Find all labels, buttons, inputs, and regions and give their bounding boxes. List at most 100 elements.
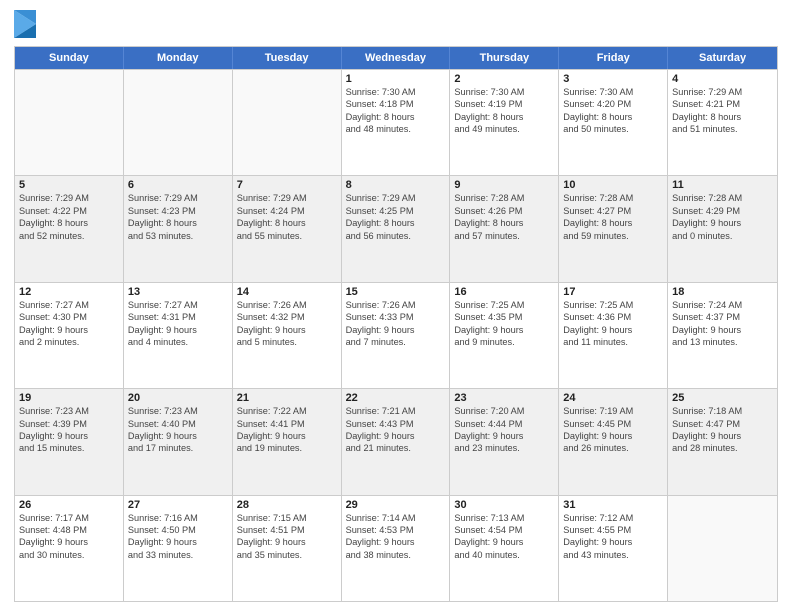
cell-info: Sunrise: 7:28 AM Sunset: 4:29 PM Dayligh…	[672, 192, 773, 242]
day-number: 14	[237, 286, 337, 298]
cell-info: Sunrise: 7:17 AM Sunset: 4:48 PM Dayligh…	[19, 512, 119, 562]
calendar-cell: 21Sunrise: 7:22 AM Sunset: 4:41 PM Dayli…	[233, 389, 342, 494]
cell-info: Sunrise: 7:28 AM Sunset: 4:26 PM Dayligh…	[454, 192, 554, 242]
weekday-header: Monday	[124, 47, 233, 69]
calendar-cell: 30Sunrise: 7:13 AM Sunset: 4:54 PM Dayli…	[450, 496, 559, 601]
cell-info: Sunrise: 7:12 AM Sunset: 4:55 PM Dayligh…	[563, 512, 663, 562]
day-number: 1	[346, 73, 446, 85]
day-number: 22	[346, 392, 446, 404]
calendar-cell: 22Sunrise: 7:21 AM Sunset: 4:43 PM Dayli…	[342, 389, 451, 494]
day-number: 12	[19, 286, 119, 298]
day-number: 30	[454, 499, 554, 511]
day-number: 21	[237, 392, 337, 404]
cell-info: Sunrise: 7:27 AM Sunset: 4:30 PM Dayligh…	[19, 299, 119, 349]
calendar-cell: 25Sunrise: 7:18 AM Sunset: 4:47 PM Dayli…	[668, 389, 777, 494]
cell-info: Sunrise: 7:25 AM Sunset: 4:36 PM Dayligh…	[563, 299, 663, 349]
cell-info: Sunrise: 7:23 AM Sunset: 4:39 PM Dayligh…	[19, 405, 119, 455]
calendar-cell: 3Sunrise: 7:30 AM Sunset: 4:20 PM Daylig…	[559, 70, 668, 175]
weekday-header: Thursday	[450, 47, 559, 69]
calendar-cell	[668, 496, 777, 601]
cell-info: Sunrise: 7:20 AM Sunset: 4:44 PM Dayligh…	[454, 405, 554, 455]
page: SundayMondayTuesdayWednesdayThursdayFrid…	[0, 0, 792, 612]
cell-info: Sunrise: 7:21 AM Sunset: 4:43 PM Dayligh…	[346, 405, 446, 455]
day-number: 10	[563, 179, 663, 191]
cell-info: Sunrise: 7:26 AM Sunset: 4:32 PM Dayligh…	[237, 299, 337, 349]
cell-info: Sunrise: 7:29 AM Sunset: 4:23 PM Dayligh…	[128, 192, 228, 242]
calendar-cell: 17Sunrise: 7:25 AM Sunset: 4:36 PM Dayli…	[559, 283, 668, 388]
day-number: 16	[454, 286, 554, 298]
weekday-header: Tuesday	[233, 47, 342, 69]
logo	[14, 10, 40, 38]
calendar-cell: 27Sunrise: 7:16 AM Sunset: 4:50 PM Dayli…	[124, 496, 233, 601]
weekday-header: Saturday	[668, 47, 777, 69]
day-number: 18	[672, 286, 773, 298]
calendar-cell: 12Sunrise: 7:27 AM Sunset: 4:30 PM Dayli…	[15, 283, 124, 388]
weekday-header: Wednesday	[342, 47, 451, 69]
calendar-row: 1Sunrise: 7:30 AM Sunset: 4:18 PM Daylig…	[15, 69, 777, 175]
calendar-cell: 13Sunrise: 7:27 AM Sunset: 4:31 PM Dayli…	[124, 283, 233, 388]
day-number: 5	[19, 179, 119, 191]
calendar-cell: 7Sunrise: 7:29 AM Sunset: 4:24 PM Daylig…	[233, 176, 342, 281]
calendar-row: 5Sunrise: 7:29 AM Sunset: 4:22 PM Daylig…	[15, 175, 777, 281]
cell-info: Sunrise: 7:23 AM Sunset: 4:40 PM Dayligh…	[128, 405, 228, 455]
cell-info: Sunrise: 7:16 AM Sunset: 4:50 PM Dayligh…	[128, 512, 228, 562]
cell-info: Sunrise: 7:19 AM Sunset: 4:45 PM Dayligh…	[563, 405, 663, 455]
cell-info: Sunrise: 7:29 AM Sunset: 4:24 PM Dayligh…	[237, 192, 337, 242]
calendar: SundayMondayTuesdayWednesdayThursdayFrid…	[14, 46, 778, 602]
calendar-cell	[233, 70, 342, 175]
calendar-cell: 6Sunrise: 7:29 AM Sunset: 4:23 PM Daylig…	[124, 176, 233, 281]
calendar-row: 26Sunrise: 7:17 AM Sunset: 4:48 PM Dayli…	[15, 495, 777, 601]
cell-info: Sunrise: 7:18 AM Sunset: 4:47 PM Dayligh…	[672, 405, 773, 455]
cell-info: Sunrise: 7:30 AM Sunset: 4:19 PM Dayligh…	[454, 86, 554, 136]
calendar-cell	[124, 70, 233, 175]
day-number: 28	[237, 499, 337, 511]
calendar-cell: 24Sunrise: 7:19 AM Sunset: 4:45 PM Dayli…	[559, 389, 668, 494]
cell-info: Sunrise: 7:27 AM Sunset: 4:31 PM Dayligh…	[128, 299, 228, 349]
cell-info: Sunrise: 7:13 AM Sunset: 4:54 PM Dayligh…	[454, 512, 554, 562]
day-number: 15	[346, 286, 446, 298]
cell-info: Sunrise: 7:29 AM Sunset: 4:22 PM Dayligh…	[19, 192, 119, 242]
day-number: 6	[128, 179, 228, 191]
calendar-cell	[15, 70, 124, 175]
cell-info: Sunrise: 7:24 AM Sunset: 4:37 PM Dayligh…	[672, 299, 773, 349]
cell-info: Sunrise: 7:28 AM Sunset: 4:27 PM Dayligh…	[563, 192, 663, 242]
weekday-header: Sunday	[15, 47, 124, 69]
day-number: 23	[454, 392, 554, 404]
day-number: 29	[346, 499, 446, 511]
logo-icon	[14, 10, 36, 38]
cell-info: Sunrise: 7:29 AM Sunset: 4:25 PM Dayligh…	[346, 192, 446, 242]
calendar-cell: 19Sunrise: 7:23 AM Sunset: 4:39 PM Dayli…	[15, 389, 124, 494]
calendar-cell: 10Sunrise: 7:28 AM Sunset: 4:27 PM Dayli…	[559, 176, 668, 281]
day-number: 8	[346, 179, 446, 191]
calendar-row: 12Sunrise: 7:27 AM Sunset: 4:30 PM Dayli…	[15, 282, 777, 388]
calendar-cell: 28Sunrise: 7:15 AM Sunset: 4:51 PM Dayli…	[233, 496, 342, 601]
day-number: 25	[672, 392, 773, 404]
day-number: 4	[672, 73, 773, 85]
cell-info: Sunrise: 7:30 AM Sunset: 4:18 PM Dayligh…	[346, 86, 446, 136]
day-number: 24	[563, 392, 663, 404]
day-number: 31	[563, 499, 663, 511]
cell-info: Sunrise: 7:25 AM Sunset: 4:35 PM Dayligh…	[454, 299, 554, 349]
cell-info: Sunrise: 7:26 AM Sunset: 4:33 PM Dayligh…	[346, 299, 446, 349]
day-number: 13	[128, 286, 228, 298]
calendar-cell: 20Sunrise: 7:23 AM Sunset: 4:40 PM Dayli…	[124, 389, 233, 494]
cell-info: Sunrise: 7:15 AM Sunset: 4:51 PM Dayligh…	[237, 512, 337, 562]
calendar-cell: 23Sunrise: 7:20 AM Sunset: 4:44 PM Dayli…	[450, 389, 559, 494]
day-number: 20	[128, 392, 228, 404]
day-number: 7	[237, 179, 337, 191]
calendar-cell: 18Sunrise: 7:24 AM Sunset: 4:37 PM Dayli…	[668, 283, 777, 388]
day-number: 17	[563, 286, 663, 298]
calendar-cell: 2Sunrise: 7:30 AM Sunset: 4:19 PM Daylig…	[450, 70, 559, 175]
day-number: 9	[454, 179, 554, 191]
calendar-body: 1Sunrise: 7:30 AM Sunset: 4:18 PM Daylig…	[15, 69, 777, 601]
day-number: 3	[563, 73, 663, 85]
calendar-cell: 9Sunrise: 7:28 AM Sunset: 4:26 PM Daylig…	[450, 176, 559, 281]
calendar-cell: 8Sunrise: 7:29 AM Sunset: 4:25 PM Daylig…	[342, 176, 451, 281]
cell-info: Sunrise: 7:30 AM Sunset: 4:20 PM Dayligh…	[563, 86, 663, 136]
calendar-cell: 14Sunrise: 7:26 AM Sunset: 4:32 PM Dayli…	[233, 283, 342, 388]
calendar-header: SundayMondayTuesdayWednesdayThursdayFrid…	[15, 47, 777, 69]
calendar-cell: 15Sunrise: 7:26 AM Sunset: 4:33 PM Dayli…	[342, 283, 451, 388]
cell-info: Sunrise: 7:29 AM Sunset: 4:21 PM Dayligh…	[672, 86, 773, 136]
day-number: 11	[672, 179, 773, 191]
calendar-cell: 29Sunrise: 7:14 AM Sunset: 4:53 PM Dayli…	[342, 496, 451, 601]
